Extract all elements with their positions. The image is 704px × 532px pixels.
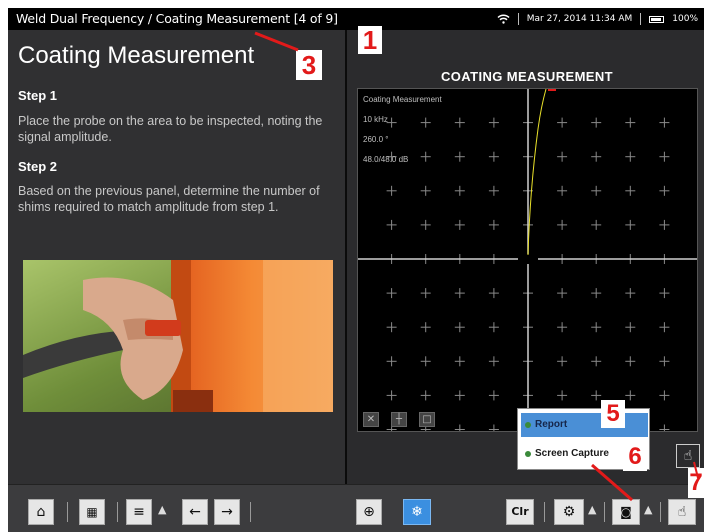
callout-pointers [254, 31, 699, 502]
